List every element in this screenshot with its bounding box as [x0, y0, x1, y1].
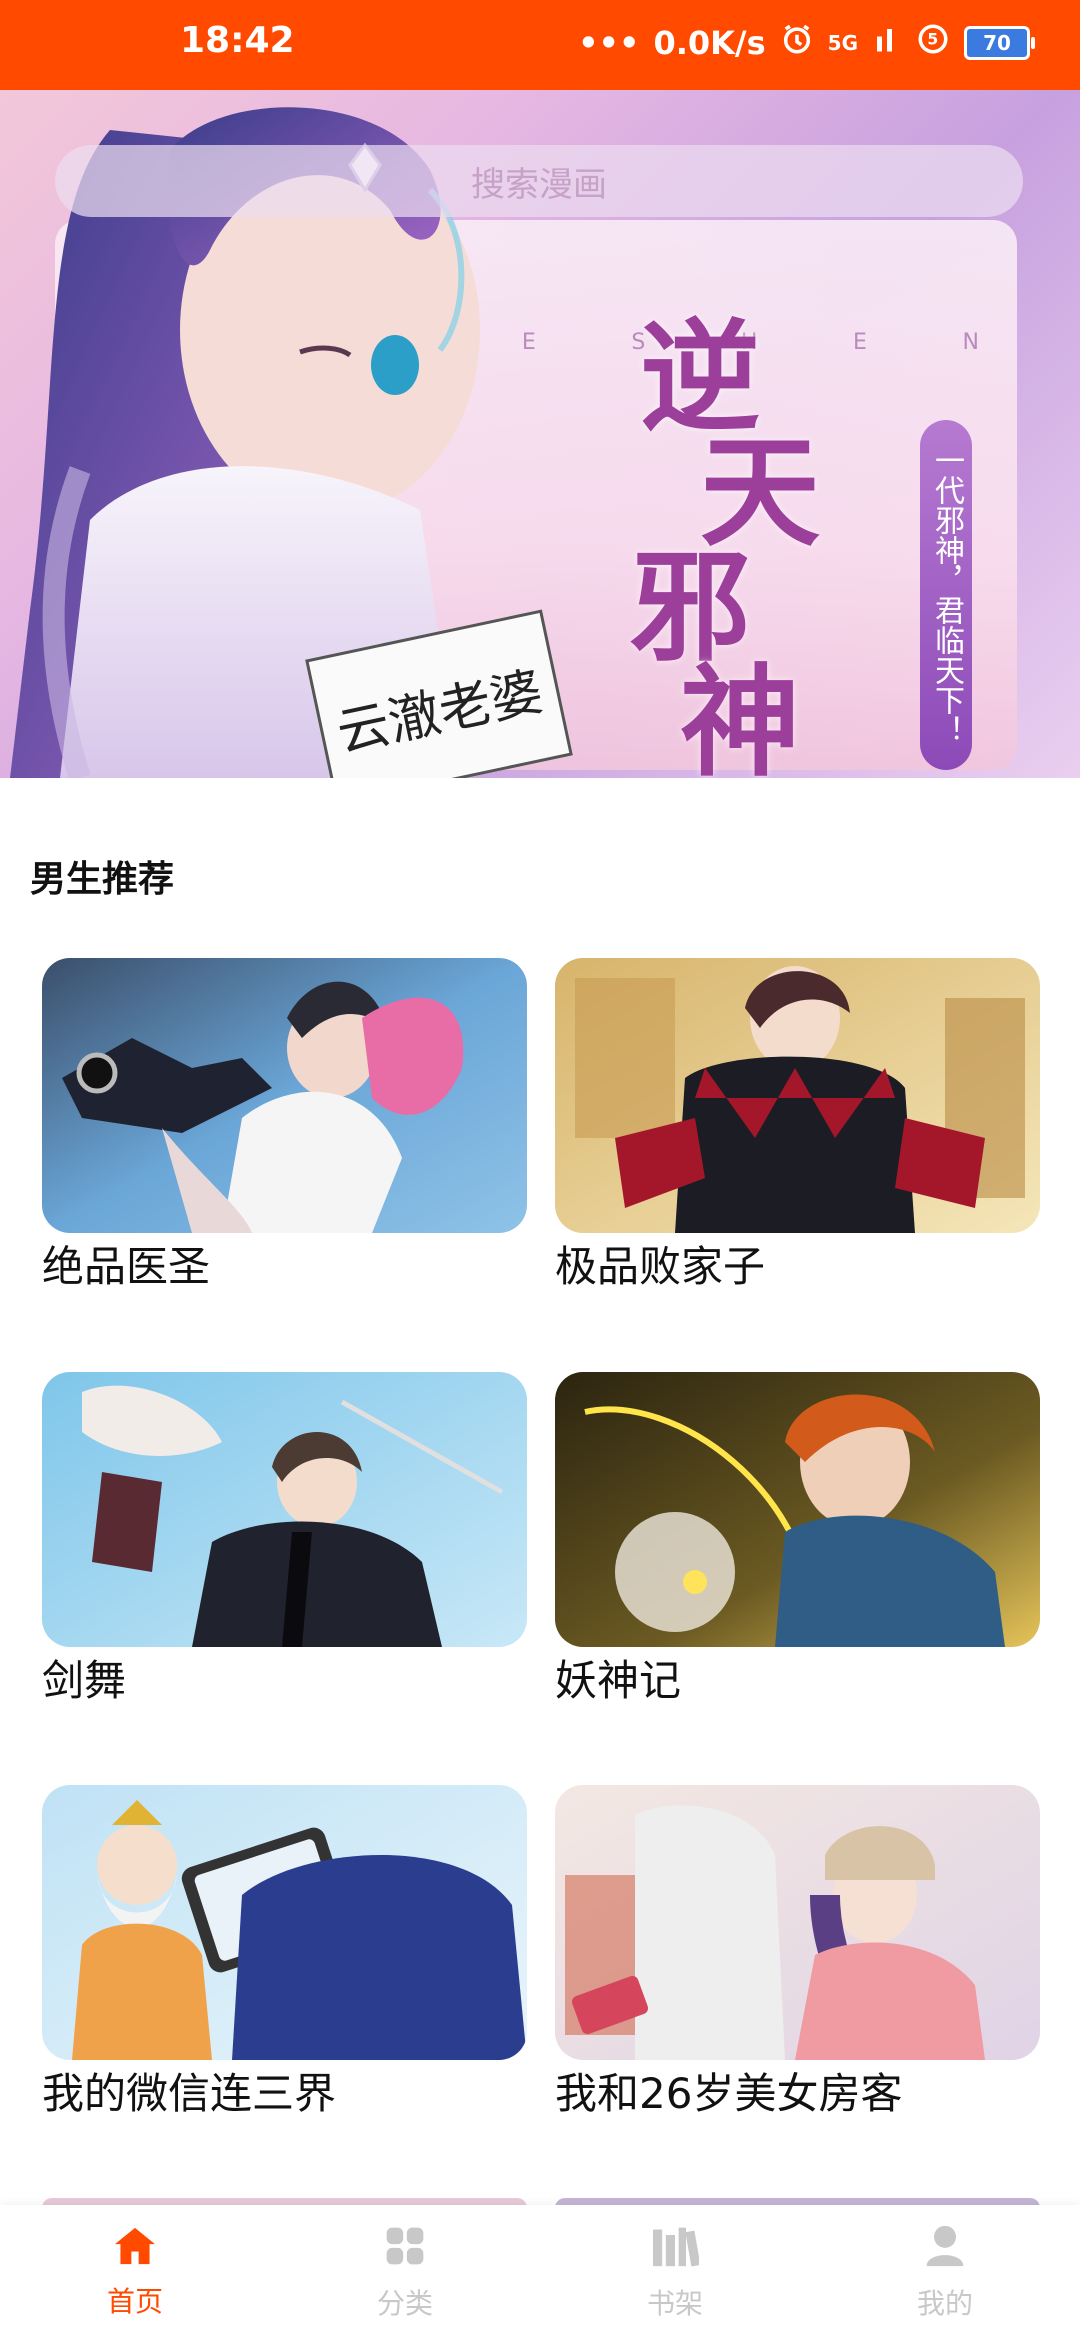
status-right: ••• 0.0K/s 5G 5 70: [578, 18, 1035, 68]
nav-mine-label: 我的: [916, 2286, 973, 2320]
home-icon: [113, 2226, 157, 2270]
comic-card[interactable]: 绝品医圣: [42, 958, 527, 1293]
signal-icon: [872, 24, 902, 62]
bottom-navigation: 首页 分类 书架 我的: [0, 2205, 1080, 2340]
nav-category-label: 分类: [376, 2286, 433, 2320]
comic-title[interactable]: 我的微信连三界: [42, 2068, 527, 2120]
banner-title-char: 邪: [630, 537, 750, 678]
comic-card[interactable]: 我和26岁美女房客: [555, 1785, 1040, 2120]
banner-title-char: 逆: [640, 307, 760, 448]
nav-home[interactable]: 首页: [0, 2226, 270, 2320]
5g-icon: 5G: [827, 31, 858, 55]
nav-bookshelf-label: 书架: [646, 2286, 703, 2320]
search-bar[interactable]: 搜索漫画: [55, 145, 1023, 217]
network-speed: 0.0K/s: [653, 24, 766, 62]
section-title: 男生推荐: [30, 859, 175, 900]
grid-icon: [383, 2224, 427, 2272]
search-placeholder[interactable]: 搜索漫画: [471, 157, 607, 206]
comic-title[interactable]: 绝品医圣: [42, 1241, 527, 1293]
comic-cover[interactable]: [42, 958, 527, 1233]
comic-cover[interactable]: [555, 1372, 1040, 1647]
comic-card[interactable]: 我的微信连三界: [42, 1785, 527, 2120]
status-time: 18:42: [180, 20, 295, 61]
alarm-icon: [780, 22, 814, 64]
nav-mine[interactable]: 我的: [810, 2224, 1080, 2322]
svg-text:5: 5: [927, 31, 938, 49]
battery-icon: 70: [964, 26, 1035, 60]
banner-title-char: 神: [680, 652, 800, 779]
comic-title[interactable]: 极品败家子: [555, 1241, 1040, 1293]
banner-title-char: 天: [700, 422, 820, 563]
sim-icon: 5: [916, 22, 950, 64]
nav-category[interactable]: 分类: [270, 2224, 540, 2322]
comic-cover[interactable]: [555, 1785, 1040, 2060]
more-dots-icon: •••: [578, 24, 640, 62]
comic-title[interactable]: 妖神记: [555, 1655, 1040, 1707]
bookshelf-icon: [651, 2224, 701, 2272]
comic-title[interactable]: 我和26岁美女房客: [555, 2068, 1040, 2120]
nav-bookshelf[interactable]: 书架: [540, 2224, 810, 2322]
comic-cover[interactable]: [555, 958, 1040, 1233]
status-bar: 18:42 ••• 0.0K/s 5G 5 70: [0, 0, 1080, 90]
comic-card[interactable]: 剑舞: [42, 1372, 527, 1707]
banner-title: 逆 天 邪 神: [630, 307, 900, 779]
comic-card[interactable]: 极品败家子: [555, 958, 1040, 1293]
comic-title[interactable]: 剑舞: [42, 1655, 527, 1707]
comic-cover[interactable]: [42, 1372, 527, 1647]
comic-card[interactable]: 妖神记: [555, 1372, 1040, 1707]
banner-letter: N: [962, 330, 995, 355]
user-icon: [923, 2224, 967, 2272]
comic-cover[interactable]: [42, 1785, 527, 2060]
nav-home-label: 首页: [106, 2284, 163, 2318]
banner-slogan: 一代邪神，君临天下！: [920, 420, 972, 770]
